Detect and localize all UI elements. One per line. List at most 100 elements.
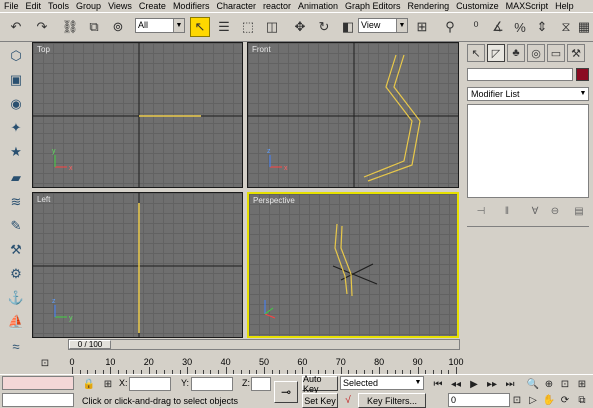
bone-icon[interactable]: ⚒: [5, 240, 27, 260]
percent-snap-icon[interactable]: %: [510, 17, 530, 37]
light-icon[interactable]: ✦: [5, 118, 27, 138]
select-manipulate-icon[interactable]: ⚲: [440, 17, 460, 37]
viewport-left[interactable]: Left y z: [32, 192, 243, 338]
select-rotate-icon[interactable]: ↻: [314, 17, 334, 37]
selected-dropdown[interactable]: Selected ▼: [340, 376, 424, 390]
track-bar[interactable]: 0 10 20 30 40 50 60 70 80 90 100: [68, 356, 464, 374]
create-objects-icon[interactable]: ⬡: [5, 46, 27, 66]
bind-space-warp-icon[interactable]: ⊚: [108, 17, 128, 37]
viewport-front[interactable]: Front x z: [247, 42, 459, 188]
menu-help[interactable]: Help: [555, 1, 574, 11]
paint-icon[interactable]: ✎: [5, 216, 27, 236]
play-icon[interactable]: ▶: [467, 377, 481, 391]
pivot-center-icon[interactable]: ⊞: [412, 17, 432, 37]
curve-editor-mini-icon[interactable]: ⊡: [38, 356, 52, 370]
menu-group[interactable]: Group: [76, 1, 101, 11]
modifier-list-dropdown[interactable]: Modifier List ▼: [467, 87, 589, 101]
object-color-swatch[interactable]: [576, 68, 589, 81]
select-by-name-icon[interactable]: ☰: [214, 17, 234, 37]
make-unique-icon[interactable]: ∀: [527, 204, 543, 218]
object-name-field[interactable]: [467, 68, 573, 81]
selection-filter-dropdown[interactable]: All ▼: [135, 18, 185, 33]
modify-tab-icon[interactable]: ◸: [487, 44, 505, 62]
time-slider[interactable]: 0 / 100: [68, 339, 460, 350]
maximize-viewport-icon[interactable]: ⧉: [575, 393, 589, 407]
hierarchy-tab-icon[interactable]: ♣: [507, 44, 525, 62]
z-coordinate-field[interactable]: [251, 377, 271, 391]
wave-icon[interactable]: ≈: [5, 336, 27, 356]
select-scale-icon[interactable]: ◧: [338, 17, 358, 37]
align-icon[interactable]: ▦: [574, 17, 593, 37]
menu-reactor[interactable]: reactor: [263, 1, 291, 11]
maxscript-listener-field[interactable]: [2, 376, 74, 390]
arc-rotate-icon[interactable]: ⟳: [558, 393, 572, 407]
go-to-start-icon[interactable]: ⏮: [431, 377, 445, 391]
previous-frame-icon[interactable]: ◂◂: [449, 377, 463, 391]
reference-coord-dropdown[interactable]: View ▼: [358, 18, 408, 33]
stack-icon[interactable]: ≋: [5, 192, 27, 212]
redo-icon[interactable]: ↷: [32, 17, 52, 37]
motion-tab-icon[interactable]: ◎: [527, 44, 545, 62]
menu-character[interactable]: Character: [216, 1, 256, 11]
zoom-all-icon[interactable]: ⊕: [542, 377, 556, 391]
menu-customize[interactable]: Customize: [456, 1, 499, 11]
menu-maxscript[interactable]: MAXScript: [506, 1, 549, 11]
undo-icon[interactable]: ↶: [6, 17, 26, 37]
go-to-end-icon[interactable]: ⏭: [503, 377, 517, 391]
utilities-tab-icon[interactable]: ⚒: [567, 44, 585, 62]
snaps-icon[interactable]: ⁰: [466, 17, 486, 37]
zoom-extents-icon[interactable]: ⊡: [558, 377, 572, 391]
auto-key-button[interactable]: Auto Key: [302, 374, 338, 394]
field-of-view-icon[interactable]: ▷: [526, 393, 540, 407]
camera-icon[interactable]: ▰: [5, 168, 27, 188]
menu-edit[interactable]: Edit: [26, 1, 42, 11]
menu-file[interactable]: File: [4, 1, 19, 11]
time-configuration-icon[interactable]: ⊡: [510, 393, 524, 407]
x-coordinate-field[interactable]: [129, 377, 171, 391]
select-link-icon[interactable]: ⛓: [60, 17, 80, 37]
sphere-icon[interactable]: ◉: [5, 94, 27, 114]
walkthrough-icon[interactable]: ⛵: [5, 312, 27, 332]
lock-selection-icon[interactable]: 🔒: [82, 377, 96, 391]
zoom-extents-all-icon[interactable]: ⊞: [575, 377, 589, 391]
show-end-result-icon[interactable]: ‖: [499, 204, 515, 218]
zoom-icon[interactable]: 🔍: [526, 377, 540, 391]
default-in-out-tangents-icon[interactable]: √: [341, 393, 355, 407]
configure-modifier-sets-icon[interactable]: ▤: [571, 204, 587, 218]
window-crossing-icon[interactable]: ◫: [262, 17, 282, 37]
link-icon[interactable]: ⚓: [5, 288, 27, 308]
select-object-icon[interactable]: ↖: [190, 17, 210, 37]
viewport-perspective[interactable]: Perspective: [247, 192, 459, 338]
key-filters-button[interactable]: Key Filters...: [358, 393, 426, 408]
box-icon[interactable]: ▣: [5, 70, 27, 90]
set-key-button[interactable]: Set Key: [302, 393, 338, 408]
modifier-stack[interactable]: [467, 104, 589, 198]
rectangular-selection-icon[interactable]: ⬚: [238, 17, 258, 37]
display-tab-icon[interactable]: ▭: [547, 44, 565, 62]
gear-icon[interactable]: ⚙: [5, 264, 27, 284]
next-frame-icon[interactable]: ▸▸: [485, 377, 499, 391]
pan-icon[interactable]: ✋: [542, 393, 556, 407]
menu-create[interactable]: Create: [139, 1, 166, 11]
menu-graph-editors[interactable]: Graph Editors: [345, 1, 401, 11]
key-icon[interactable]: ⊸: [274, 381, 298, 403]
menu-rendering[interactable]: Rendering: [408, 1, 450, 11]
y-coordinate-field[interactable]: [191, 377, 233, 391]
star-icon[interactable]: ★: [5, 142, 27, 162]
maxscript-listener-output[interactable]: [2, 393, 74, 407]
time-slider-thumb[interactable]: 0 / 100: [69, 340, 111, 349]
pin-stack-icon[interactable]: ⊣: [473, 204, 489, 218]
angle-snap-icon[interactable]: ∡: [488, 17, 508, 37]
unlink-icon[interactable]: ⧉: [84, 17, 104, 37]
select-move-icon[interactable]: ✥: [290, 17, 310, 37]
current-frame-field[interactable]: 0: [448, 393, 510, 407]
menu-animation[interactable]: Animation: [298, 1, 338, 11]
spinner-snap-icon[interactable]: ⇕: [532, 17, 552, 37]
menu-tools[interactable]: Tools: [48, 1, 69, 11]
viewport-top[interactable]: Top x y: [32, 42, 243, 188]
menu-modifiers[interactable]: Modifiers: [173, 1, 210, 11]
create-tab-icon[interactable]: ↖: [467, 44, 485, 62]
remove-modifier-icon[interactable]: ⊖: [547, 204, 563, 218]
mirror-icon[interactable]: ⧖: [556, 17, 576, 37]
absolute-mode-icon[interactable]: ⊞: [101, 377, 115, 391]
